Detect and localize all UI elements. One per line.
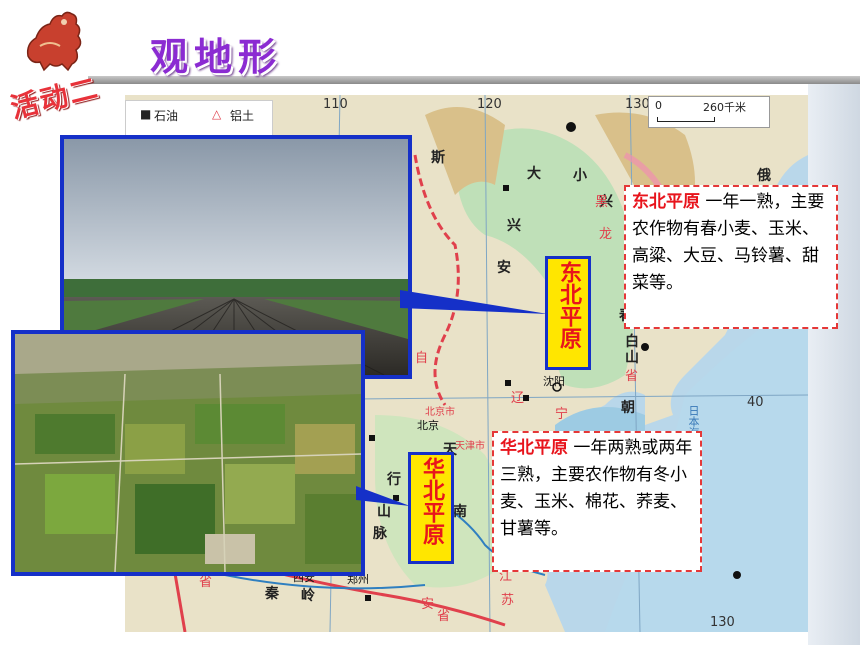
note-title: 东北平原 <box>632 192 700 212</box>
map-label-qin: 秦 <box>265 586 279 602</box>
bauxite-icon: △ <box>212 107 222 121</box>
map-label-chao: 朝 <box>621 400 635 416</box>
legend-bauxite: 铝土 <box>230 109 255 123</box>
map-label-long: 龙 <box>599 227 613 242</box>
latitude-label: 40 <box>747 395 764 410</box>
map-label-da: 大 <box>527 166 541 182</box>
map-label-mai: 脉 <box>373 526 387 542</box>
map-label-sheng: 省 <box>625 369 639 384</box>
note-title: 华北平原 <box>500 438 568 458</box>
map-label-hei: 黑 <box>595 195 609 210</box>
map-label-beijing: 北京 <box>417 419 439 432</box>
northeast-note: 东北平原 一年一熟，主要农作物有春小麦、玉米、高粱、大豆、马铃薯、甜菜等。 <box>624 185 838 329</box>
map-label-shan: 山 <box>625 350 639 366</box>
right-strip <box>808 84 860 645</box>
map-label-an: 安 <box>497 260 511 276</box>
map-label-e: 俄 <box>757 168 771 184</box>
slide-title: 观地形 <box>150 35 283 79</box>
north-pointer <box>356 486 410 506</box>
horse-rider-logo-icon <box>26 11 82 72</box>
map-label-xing2: 兴 <box>507 218 521 234</box>
map-label-si: 斯 <box>431 150 445 166</box>
longitude-label: 130 <box>710 615 735 630</box>
map-label-ling: 岭 <box>301 588 315 604</box>
longitude-label: 130 <box>625 97 650 112</box>
longitude-label: 120 <box>477 97 502 112</box>
north-china-plain-label: 华北平原 <box>408 452 454 564</box>
oil-icon: ■ <box>140 107 152 121</box>
scale-zero: 0 <box>655 99 662 112</box>
scale-value: 260千米 <box>703 101 746 114</box>
map-label-zi: 自 <box>415 351 429 366</box>
map-label-nan: 南 <box>453 504 467 520</box>
legend-oil: 石油 <box>154 109 179 123</box>
map-label-tianjin: 天津市 <box>455 441 485 452</box>
map-label-xiao: 小 <box>573 168 587 184</box>
map-label-shenyang: 沈阳 <box>543 375 565 388</box>
longitude-label: 110 <box>323 97 348 112</box>
northeast-plain-label: 东北平原 <box>545 256 591 370</box>
map-label-su: 苏 <box>501 593 515 608</box>
scale-bar: 0 260千米 <box>648 96 770 128</box>
map-label-liao: 辽 <box>511 391 525 406</box>
map-label-ning: 宁 <box>555 407 569 422</box>
scale-line <box>657 117 715 122</box>
north-china-plain-label-text: 华北平原 <box>419 457 444 545</box>
northeast-pointer <box>400 290 548 314</box>
map-legend: ■ 石油 △ 铝土 <box>125 100 273 138</box>
map-label-sheng3: 省 <box>437 609 451 624</box>
northeast-plain-label-text: 东北平原 <box>556 261 581 349</box>
north-china-plain-photo <box>11 330 365 576</box>
map-label-beijingshi: 北京市 <box>425 407 455 418</box>
north-note: 华北平原 一年两熟或两年三熟，主要农作物有冬小麦、玉米、棉花、荞麦、甘薯等。 <box>492 431 702 572</box>
map-label-an2: 安 <box>421 597 435 612</box>
slide-header <box>0 0 860 78</box>
